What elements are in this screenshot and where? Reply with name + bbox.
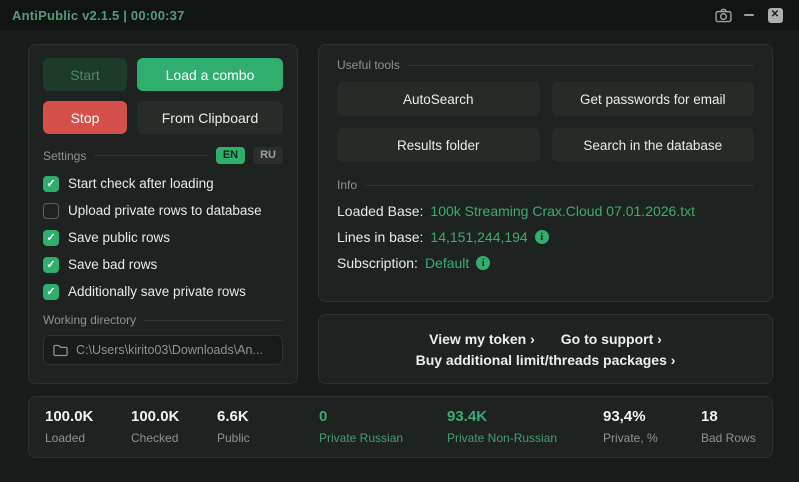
stat-value: 93,4% (603, 408, 701, 425)
stat-loaded: 100.0K Loaded (45, 408, 131, 445)
info-rows: Loaded Base: 100k Streaming Crax.Cloud 0… (337, 198, 754, 276)
view-my-token-link[interactable]: View my token › (429, 331, 535, 347)
settings-label: Settings (43, 149, 86, 163)
divider (365, 185, 754, 186)
stat-label: Private Russian (319, 431, 447, 445)
lines-in-base-value: 14,151,244,194 (430, 229, 527, 245)
stat-value: 93.4K (447, 408, 603, 425)
buy-packages-link[interactable]: Buy additional limit/threads packages › (416, 352, 676, 368)
lines-in-base-label: Lines in base: (337, 229, 423, 245)
go-to-support-link[interactable]: Go to support › (561, 331, 662, 347)
info-icon[interactable]: i (535, 230, 549, 244)
results-folder-button[interactable]: Results folder (337, 128, 540, 162)
working-directory-input[interactable]: C:\Users\kirito03\Downloads\An... (43, 335, 283, 365)
divider (408, 65, 754, 66)
checkbox-upload-private-rows[interactable]: Upload private rows to database (43, 197, 283, 224)
useful-tools-grid: AutoSearch Get passwords for email Resul… (337, 82, 754, 162)
stat-private-russian: 0 Private Russian (319, 408, 447, 445)
loaded-base-value: 100k Streaming Crax.Cloud 07.01.2026.txt (430, 203, 695, 219)
checkbox-label: Additionally save private rows (68, 284, 246, 299)
window-title: AntiPublic v2.1.5 | 00:00:37 (12, 8, 185, 23)
search-database-button[interactable]: Search in the database (552, 128, 755, 162)
checkbox-icon (43, 230, 59, 246)
start-button[interactable]: Start (43, 58, 127, 91)
stat-checked: 100.0K Checked (131, 408, 217, 445)
useful-tools-heading: Useful tools (337, 58, 754, 72)
load-combo-button[interactable]: Load a combo (137, 58, 283, 91)
stat-private-non-russian: 93.4K Private Non-Russian (447, 408, 603, 445)
info-heading: Info (337, 178, 754, 192)
checkbox-icon (43, 176, 59, 192)
stat-value: 18 (701, 408, 756, 425)
subscription-row: Subscription: Default i (337, 250, 754, 276)
tools-info-panel: Useful tools AutoSearch Get passwords fo… (318, 44, 773, 302)
stat-public: 6.6K Public (217, 408, 319, 445)
loaded-base-label: Loaded Base: (337, 203, 423, 219)
stats-panel: 100.0K Loaded 100.0K Checked 6.6K Public… (28, 396, 773, 458)
stat-label: Private Non-Russian (447, 431, 603, 445)
working-directory-label: Working directory (43, 313, 136, 327)
stat-value: 100.0K (131, 408, 217, 425)
working-directory-path: C:\Users\kirito03\Downloads\An... (76, 343, 263, 357)
language-toggle-en[interactable]: EN (216, 147, 245, 164)
controls-panel: Start Load a combo Stop From Clipboard S… (28, 44, 298, 384)
subscription-label: Subscription: (337, 255, 418, 271)
lines-in-base-row: Lines in base: 14,151,244,194 i (337, 224, 754, 250)
info-icon[interactable]: i (476, 256, 490, 270)
checkbox-label: Save public rows (68, 230, 170, 245)
checkbox-icon (43, 257, 59, 273)
links-row-top: View my token › Go to support › (429, 331, 662, 347)
stat-label: Checked (131, 431, 217, 445)
divider (94, 155, 207, 156)
settings-checkbox-list: Start check after loading Upload private… (43, 170, 283, 305)
close-button[interactable]: ✕ (763, 4, 787, 26)
checkbox-save-private-rows[interactable]: Additionally save private rows (43, 278, 283, 305)
from-clipboard-button[interactable]: From Clipboard (137, 101, 283, 134)
links-panel: View my token › Go to support › Buy addi… (318, 314, 773, 384)
app-window: AntiPublic v2.1.5 | 00:00:37 ✕ Start Loa… (0, 0, 799, 482)
minimize-button[interactable] (737, 4, 761, 26)
stat-bad-rows: 18 Bad Rows (701, 408, 756, 445)
action-buttons: Start Load a combo Stop From Clipboard (43, 58, 283, 134)
links-row-bottom: Buy additional limit/threads packages › (416, 352, 676, 368)
useful-tools-label: Useful tools (337, 58, 400, 72)
info-label: Info (337, 178, 357, 192)
checkbox-save-public-rows[interactable]: Save public rows (43, 224, 283, 251)
checkbox-save-bad-rows[interactable]: Save bad rows (43, 251, 283, 278)
screenshot-button[interactable] (711, 4, 735, 26)
stat-value: 0 (319, 408, 447, 425)
stat-private-percent: 93,4% Private, % (603, 408, 701, 445)
checkbox-icon (43, 203, 59, 219)
checkbox-label: Start check after loading (68, 176, 214, 191)
autosearch-button[interactable]: AutoSearch (337, 82, 540, 116)
subscription-value: Default (425, 255, 469, 271)
checkbox-icon (43, 284, 59, 300)
checkbox-start-check-after-loading[interactable]: Start check after loading (43, 170, 283, 197)
divider (144, 320, 283, 321)
checkbox-label: Upload private rows to database (68, 203, 262, 218)
stop-button[interactable]: Stop (43, 101, 127, 134)
get-passwords-button[interactable]: Get passwords for email (552, 82, 755, 116)
titlebar: AntiPublic v2.1.5 | 00:00:37 ✕ (0, 0, 799, 30)
stat-label: Bad Rows (701, 431, 756, 445)
camera-icon (715, 8, 732, 23)
language-toggle-ru[interactable]: RU (253, 147, 283, 164)
stat-value: 100.0K (45, 408, 131, 425)
stat-label: Loaded (45, 431, 131, 445)
checkbox-label: Save bad rows (68, 257, 157, 272)
working-directory-heading: Working directory (43, 313, 283, 327)
stat-value: 6.6K (217, 408, 319, 425)
stat-label: Private, % (603, 431, 701, 445)
settings-heading: Settings EN RU (43, 147, 283, 164)
stat-label: Public (217, 431, 319, 445)
loaded-base-row: Loaded Base: 100k Streaming Crax.Cloud 0… (337, 198, 754, 224)
minimize-icon (744, 14, 754, 16)
close-icon: ✕ (768, 8, 783, 23)
folder-icon (53, 344, 68, 357)
